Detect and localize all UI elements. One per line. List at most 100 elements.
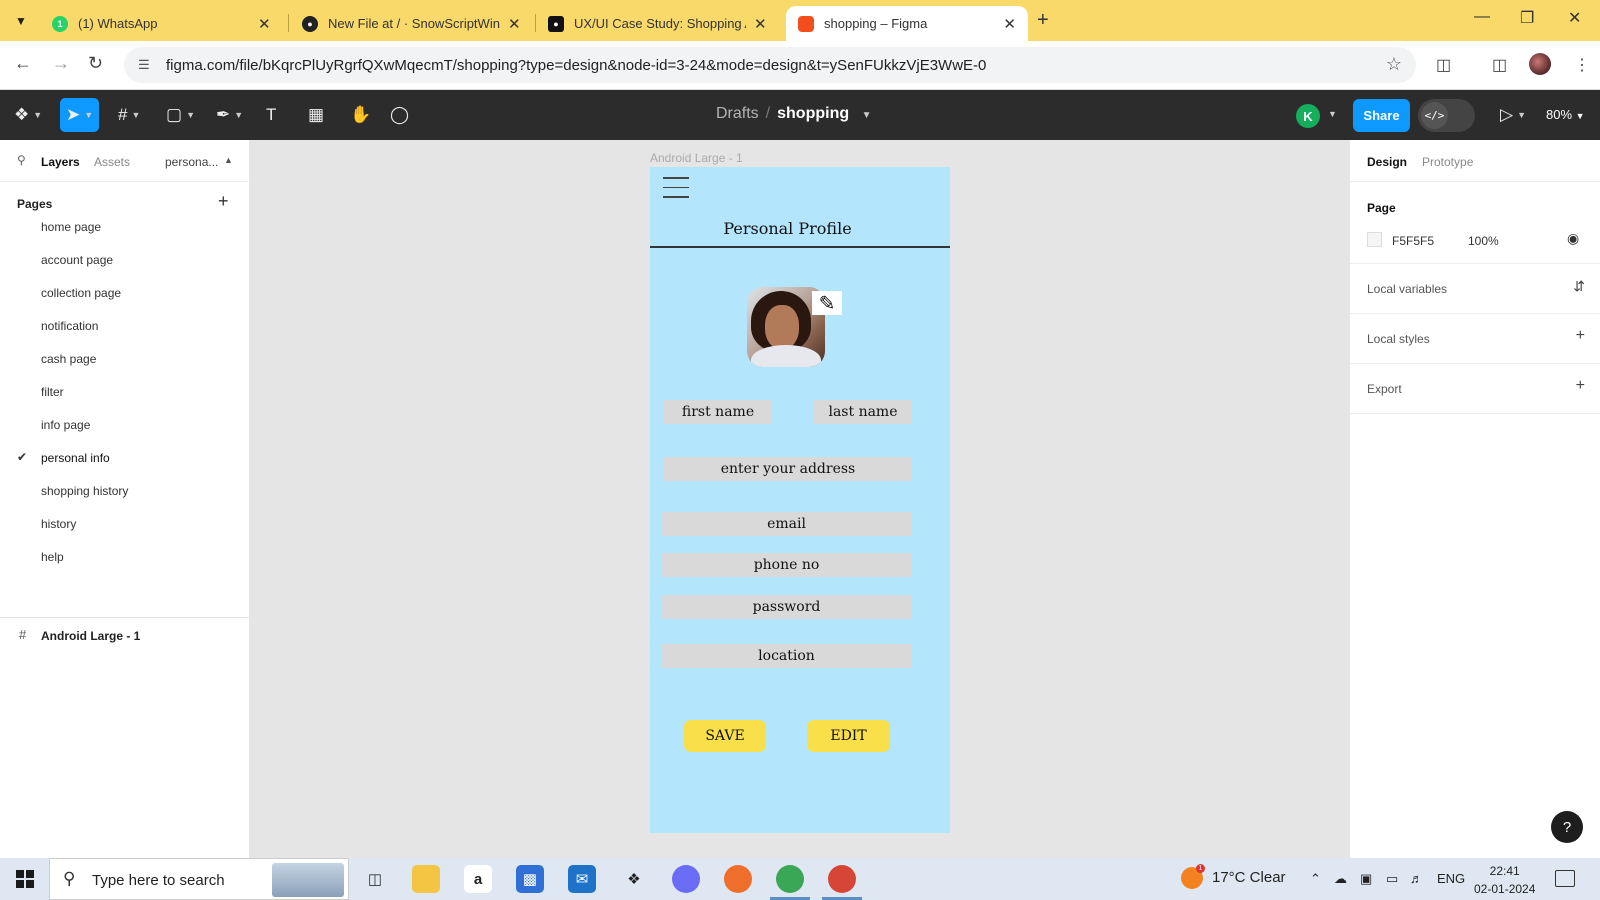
search-icon[interactable]: ⚲ [17, 153, 26, 167]
page-color-swatch[interactable] [1367, 232, 1382, 247]
firefox-icon[interactable] [724, 865, 752, 893]
windows-start-icon[interactable] [16, 870, 34, 888]
zoom-level[interactable]: 80% ▼ [1546, 107, 1585, 122]
amazon-icon[interactable]: a [464, 865, 492, 893]
breadcrumb-drafts[interactable]: Drafts [716, 105, 759, 122]
variables-settings-icon[interactable]: ⇵ [1573, 278, 1585, 295]
chevron-up-icon[interactable]: ▲ [224, 155, 233, 165]
page-color-hex[interactable]: F5F5F5 [1392, 234, 1434, 248]
new-tab-plus-icon[interactable]: + [1037, 9, 1049, 32]
clock[interactable]: 22:41 02-01-2024 [1474, 862, 1535, 898]
user-avatar[interactable]: K [1296, 104, 1320, 128]
close-icon[interactable]: ✕ [508, 15, 521, 33]
share-button[interactable]: Share [1353, 99, 1410, 132]
minimize-icon[interactable]: — [1474, 8, 1490, 26]
location-field[interactable]: location [662, 644, 911, 668]
tab-design[interactable]: Design [1367, 155, 1407, 169]
hand-tool-icon[interactable]: ✋ [350, 102, 371, 128]
last-name-field[interactable]: last name [814, 400, 912, 424]
layer-item-android-large-1[interactable]: # Android Large - 1 [0, 618, 250, 652]
android-frame[interactable]: Personal Profile ✎ first name last name … [650, 167, 950, 833]
page-opacity[interactable]: 100% [1468, 234, 1499, 248]
chrome-icon[interactable] [776, 865, 804, 893]
site-settings-icon[interactable]: ☰ [138, 57, 154, 73]
save-button[interactable]: SAVE [684, 720, 766, 752]
page-item-cash-page[interactable]: cash page [0, 342, 250, 375]
first-name-field[interactable]: first name [664, 400, 772, 424]
monitor-icon[interactable]: ▣ [1360, 871, 1372, 887]
cloud-icon[interactable]: ☁ [1334, 871, 1347, 887]
page-item-help[interactable]: help [0, 540, 250, 573]
page-item-history[interactable]: history [0, 507, 250, 540]
file-explorer-icon[interactable] [412, 865, 440, 893]
dropbox-icon[interactable]: ❖ [620, 865, 648, 893]
address-field[interactable]: enter your address [664, 457, 912, 481]
move-tool-icon[interactable]: ➤ ▼ [60, 98, 100, 132]
language-indicator[interactable]: ENG [1437, 871, 1465, 886]
phone-field[interactable]: phone no [662, 553, 911, 577]
page-item-shopping-history[interactable]: shopping history [0, 474, 250, 507]
tab-prototype[interactable]: Prototype [1422, 155, 1473, 169]
text-tool-icon[interactable]: T [266, 102, 276, 128]
resources-icon[interactable]: ▦ [308, 102, 324, 128]
tab-whatsapp[interactable]: 1 (1) WhatsApp ✕ [40, 6, 286, 41]
close-icon[interactable]: ✕ [754, 15, 767, 33]
file-name[interactable]: shopping [777, 105, 849, 122]
weather-text[interactable]: 17°C Clear [1212, 869, 1286, 886]
chevron-up-icon[interactable]: ⌃ [1310, 871, 1321, 887]
pen-tool-icon[interactable]: ✒ ▼ [216, 102, 243, 128]
dev-mode-toggle[interactable]: </> [1418, 99, 1475, 132]
tab-github[interactable]: ● New File at / · SnowScriptWinte ✕ [290, 6, 534, 41]
battery-icon[interactable]: ▭ [1386, 871, 1398, 887]
page-item-notification[interactable]: notification [0, 309, 250, 342]
page-item-home-page[interactable]: home page [0, 210, 250, 243]
figma-menu-icon[interactable]: ❖ ▼ [14, 102, 42, 128]
chrome-profile-icon[interactable] [828, 865, 856, 893]
window-close-icon[interactable]: ✕ [1568, 8, 1581, 28]
chevron-down-icon[interactable]: ▼ [1328, 109, 1337, 119]
email-field[interactable]: email [662, 512, 911, 536]
task-view-icon[interactable]: ◫ [361, 865, 389, 893]
shape-tool-icon[interactable]: ▢ ▼ [166, 102, 195, 128]
page-item-filter[interactable]: filter [0, 375, 250, 408]
assistant-icon[interactable] [672, 865, 700, 893]
profile-avatar[interactable] [1529, 53, 1551, 75]
extensions-icon[interactable]: ◫ [1436, 55, 1451, 75]
comment-icon[interactable]: ◯ [390, 102, 409, 128]
notification-icon[interactable] [1555, 870, 1575, 887]
tab-search-chevron-icon[interactable]: ▼ [8, 8, 34, 34]
frame-label[interactable]: Android Large - 1 [650, 151, 743, 165]
add-page-plus-icon[interactable]: + [218, 191, 229, 212]
forward-arrow-icon[interactable]: → [52, 53, 70, 74]
chevron-down-icon[interactable]: ▼ [862, 110, 872, 121]
page-item-personal-info[interactable]: ✔ personal info [0, 441, 250, 474]
edit-pencil-icon[interactable]: ✎ [812, 291, 842, 315]
tab-medium[interactable]: ● UX/UI Case Study: Shopping Ap ✕ [536, 6, 784, 41]
page-item-info-page[interactable]: info page [0, 408, 250, 441]
address-bar[interactable]: ☰ figma.com/file/bKqrcPlUyRgrfQXwMqecmT/… [124, 47, 1416, 83]
hamburger-menu-icon[interactable] [663, 177, 689, 206]
store-icon[interactable]: ▩ [516, 865, 544, 893]
present-play-icon[interactable]: ▷ ▼ [1500, 102, 1526, 128]
page-selector[interactable]: persona... [165, 155, 218, 169]
page-item-collection-page[interactable]: collection page [0, 276, 250, 309]
taskbar-search[interactable]: ⚲ Type here to search [49, 858, 349, 900]
browser-menu-icon[interactable]: ⋮ [1574, 55, 1590, 75]
back-arrow-icon[interactable]: ← [14, 53, 32, 74]
tab-assets[interactable]: Assets [94, 155, 130, 169]
close-icon[interactable]: ✕ [1003, 15, 1016, 33]
page-item-account-page[interactable]: account page [0, 243, 250, 276]
restore-icon[interactable]: ❐ [1520, 8, 1534, 28]
edit-button[interactable]: EDIT [807, 720, 890, 752]
mail-icon[interactable]: ✉ [568, 865, 596, 893]
help-button[interactable]: ? [1551, 811, 1583, 843]
close-icon[interactable]: ✕ [258, 15, 271, 33]
add-export-plus-icon[interactable]: + [1576, 377, 1585, 395]
tab-figma[interactable]: shopping – Figma ✕ [786, 6, 1028, 41]
tab-layers[interactable]: Layers [41, 155, 80, 169]
eye-icon[interactable]: ◉ [1567, 230, 1579, 247]
reload-icon[interactable]: ↻ [88, 53, 103, 74]
local-variables-section[interactable]: Local variables ⇵ [1350, 264, 1600, 314]
volume-icon[interactable]: ♬ [1410, 871, 1423, 886]
bookmark-star-icon[interactable]: ☆ [1386, 54, 1402, 75]
